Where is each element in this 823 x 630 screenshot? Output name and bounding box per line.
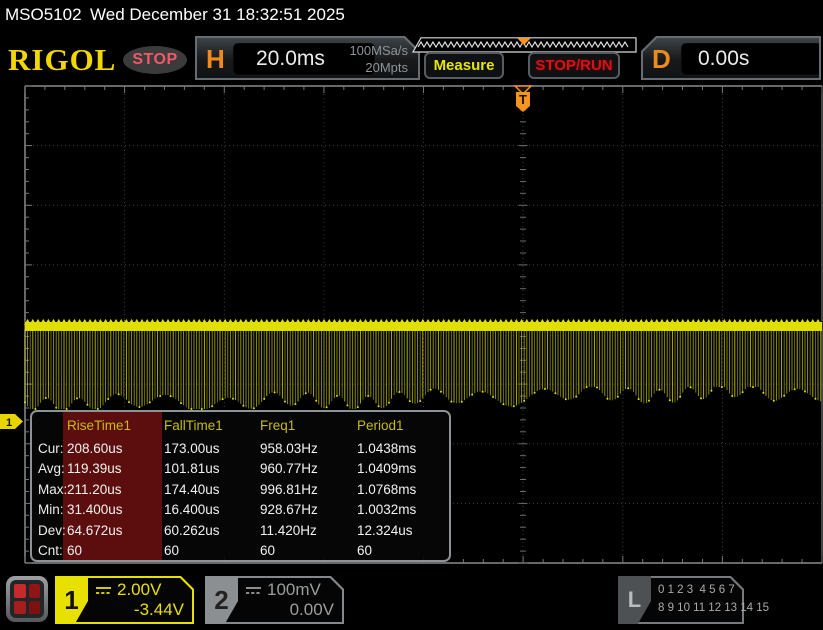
d-label: D: [652, 44, 671, 75]
meas-row-label: Max:: [32, 482, 65, 497]
meas-value: 60: [162, 543, 258, 558]
measurement-results-panel[interactable]: RiseTime1 FallTime1 Freq1 Period1 Cur: 2…: [30, 410, 451, 562]
meas-value: 996.81Hz: [258, 482, 355, 497]
channel2-scale: 100mV: [267, 580, 321, 600]
datetime-label: Wed December 31 18:32:51 2025: [90, 5, 345, 25]
meas-value: 60: [258, 543, 355, 558]
meas-value: 101.81us: [162, 461, 258, 476]
meas-value: 12.324us: [355, 523, 449, 538]
channel1-scale: 2.00V: [117, 580, 161, 600]
memory-depth: 20Mpts: [349, 59, 408, 76]
channel1-ground-marker-icon[interactable]: 1: [0, 84, 30, 568]
meas-col-header[interactable]: Period1: [355, 418, 449, 433]
meas-value: 1.0438ms: [355, 441, 449, 456]
app-square: [14, 601, 26, 615]
horizontal-timebase-panel[interactable]: H 20.0ms 100MSa/s 20Mpts: [195, 36, 420, 80]
meas-value: 119.39us: [65, 461, 162, 476]
meas-value: 174.40us: [162, 482, 258, 497]
channel2-offset: 0.00V: [290, 600, 334, 620]
meas-row-label: Avg:: [32, 461, 65, 476]
meas-value: 60.262us: [162, 523, 258, 538]
meas-value: 1.0768ms: [355, 482, 449, 497]
h-panel-inner: H 20.0ms 100MSa/s 20Mpts: [197, 38, 418, 78]
channel1-offset: -3.44V: [134, 600, 184, 620]
h-label: H: [206, 44, 225, 75]
app-square: [29, 601, 41, 615]
meas-value: 31.400us: [65, 502, 162, 517]
bottom-status-bar: 1 2.00V -3.44V 2 100mV 0.00V: [0, 568, 823, 630]
digital-row-8-15: 8 9 10 11 12 13 14 15: [658, 602, 769, 614]
header-bar: RIGOL STOP H 20.0ms 100MSa/s 20Mpts Meas…: [0, 30, 823, 84]
meas-value: 928.67Hz: [258, 502, 355, 517]
delay-value[interactable]: 0.00s: [681, 43, 823, 75]
dc-coupling-icon: [245, 585, 262, 596]
sample-rate: 100MSa/s: [349, 42, 408, 59]
digital-channel-numbers: 0 1 2 3 4 5 6 7 8 9 10 11 12 13 14 15: [658, 581, 769, 617]
channel1-status-block[interactable]: 1 2.00V -3.44V: [55, 576, 194, 624]
trigger-delay-panel[interactable]: D 0.00s: [641, 36, 821, 80]
apps-grid-icon[interactable]: [6, 576, 48, 622]
digital-row-0-7: 0 1 2 3 4 5 6 7: [658, 584, 735, 596]
top-status-bar: MSO5102 Wed December 31 18:32:51 2025: [0, 0, 823, 30]
d-panel-inner: D 0.00s: [643, 38, 819, 78]
model-name: MSO5102: [5, 5, 82, 25]
oscilloscope-screen: MSO5102 Wed December 31 18:32:51 2025 RI…: [0, 0, 823, 630]
waveform-memory-bar[interactable]: [412, 37, 637, 53]
stop-run-button[interactable]: STOP/RUN: [528, 52, 620, 79]
meas-row-label: Cur:: [32, 441, 65, 456]
meas-value: 173.00us: [162, 441, 258, 456]
acquisition-rates: 100MSa/s 20Mpts: [349, 42, 408, 76]
measure-button[interactable]: Measure: [424, 52, 504, 79]
apps-grid-icon-inner: [10, 580, 44, 618]
meas-col-header[interactable]: FallTime1: [162, 418, 258, 433]
dc-coupling-icon: [95, 585, 112, 596]
meas-value: 1.0409ms: [355, 461, 449, 476]
logic-analyzer-status-block[interactable]: L 0 1 2 3 4 5 6 78 9 10 11 12 13 14 15: [618, 576, 744, 624]
meas-value: 60: [355, 543, 449, 558]
meas-col-header[interactable]: RiseTime1: [65, 418, 162, 433]
svg-text:1: 1: [6, 417, 12, 429]
meas-value: 960.77Hz: [258, 461, 355, 476]
app-square: [29, 584, 41, 598]
meas-row-label: Min:: [32, 502, 65, 517]
app-square: [14, 584, 26, 598]
waveform-display-area: T 1 RiseTime1 FallTime1 Freq1 Period1 Cu…: [0, 84, 823, 568]
meas-col-header[interactable]: Freq1: [258, 418, 355, 433]
meas-value: 16.400us: [162, 502, 258, 517]
meas-value: 1.0032ms: [355, 502, 449, 517]
meas-row-label: Dev:: [32, 523, 65, 538]
meas-value: 958.03Hz: [258, 441, 355, 456]
meas-value: 211.20us: [65, 482, 162, 497]
measurement-grid: RiseTime1 FallTime1 Freq1 Period1 Cur: 2…: [32, 412, 449, 561]
meas-value: 208.60us: [65, 441, 162, 456]
meas-value: 64.672us: [65, 523, 162, 538]
meas-value: 11.420Hz: [258, 523, 355, 538]
meas-value: 60: [65, 543, 162, 558]
rigol-logo: RIGOL: [8, 42, 116, 78]
channel2-status-block[interactable]: 2 100mV 0.00V: [205, 576, 344, 624]
run-state-badge: STOP: [123, 46, 187, 74]
meas-row-label: Cnt:: [32, 543, 65, 558]
